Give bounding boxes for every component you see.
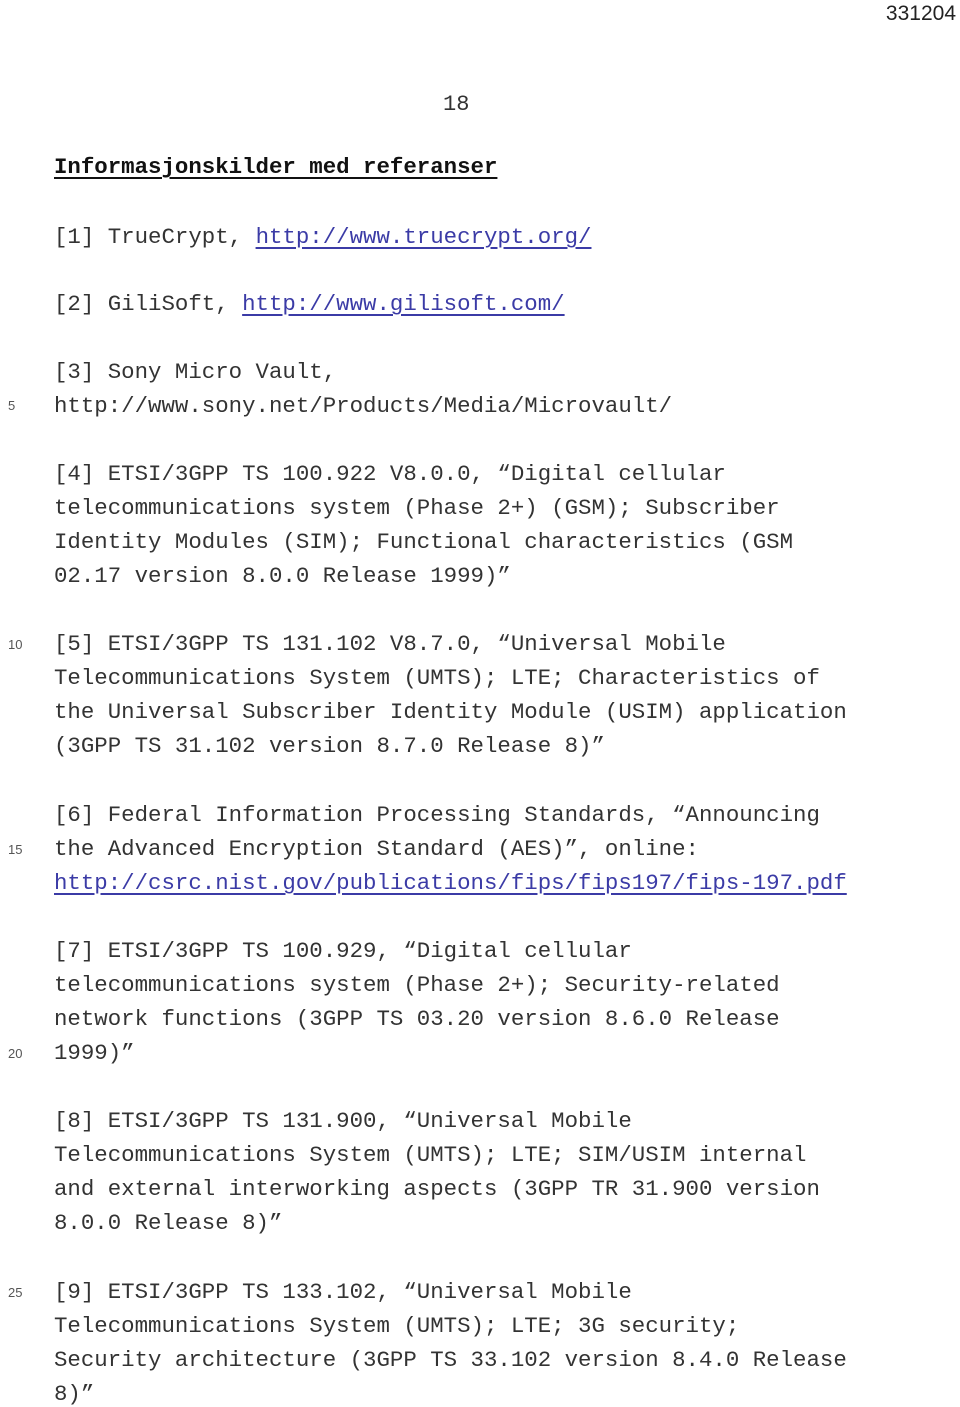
reference-text: Security architecture (3GPP TS 33.102 ve… (54, 1347, 847, 1373)
margin-line-number: 5 (8, 398, 16, 413)
reference-6-line: [6] Federal Information Processing Stand… (54, 802, 820, 828)
reference-5-line: (3GPP TS 31.102 version 8.7.0 Release 8)… (54, 733, 605, 759)
margin-line-number: 20 (8, 1046, 23, 1061)
reference-text: [4] ETSI/3GPP TS 100.922 V8.0.0, “Digita… (54, 461, 726, 487)
reference-6-line: the Advanced Encryption Standard (AES)”,… (54, 836, 699, 862)
reference-9-line: [9] ETSI/3GPP TS 133.102, “Universal Mob… (54, 1279, 632, 1305)
margin-line-number: 15 (8, 842, 23, 857)
reference-text: the Universal Subscriber Identity Module… (54, 699, 847, 725)
reference-text: 02.17 version 8.0.0 Release 1999)” (54, 563, 511, 589)
reference-2-line: [2] GiliSoft, http://www.gilisoft.com/ (54, 291, 565, 317)
reference-text: [5] ETSI/3GPP TS 131.102 V8.7.0, “Univer… (54, 631, 726, 657)
reference-text: http://www.sony.net/Products/Media/Micro… (54, 393, 673, 419)
reference-4-line: telecommunications system (Phase 2+) (GS… (54, 495, 780, 521)
reference-4-line: 02.17 version 8.0.0 Release 1999)” (54, 563, 511, 589)
reference-4-line: [4] ETSI/3GPP TS 100.922 V8.0.0, “Digita… (54, 461, 726, 487)
reference-text: and external interworking aspects (3GPP … (54, 1176, 820, 1202)
reference-text: Telecommunications System (UMTS); LTE; S… (54, 1142, 807, 1168)
reference-text: network functions (3GPP TS 03.20 version… (54, 1006, 780, 1032)
reference-8-line: Telecommunications System (UMTS); LTE; S… (54, 1142, 806, 1168)
margin-line-number: 10 (8, 637, 23, 652)
reference-text: telecommunications system (Phase 2+); Se… (54, 972, 780, 998)
page-number: 18 (443, 92, 470, 117)
reference-text: [7] ETSI/3GPP TS 100.929, “Digital cellu… (54, 938, 632, 964)
reference-text: [3] Sony Micro Vault, (54, 359, 337, 385)
reference-7-line: 1999)” (54, 1040, 135, 1066)
reference-5-line: the Universal Subscriber Identity Module… (54, 699, 847, 725)
reference-9-line: Telecommunications System (UMTS); LTE; 3… (54, 1313, 739, 1339)
reference-3-line: [3] Sony Micro Vault, (54, 359, 336, 385)
reference-text: [9] ETSI/3GPP TS 133.102, “Universal Mob… (54, 1279, 632, 1305)
reference-4-line: Identity Modules (SIM); Functional chara… (54, 529, 793, 555)
reference-text: [1] TrueCrypt, (54, 224, 256, 250)
reference-text: [6] Federal Information Processing Stand… (54, 802, 820, 828)
reference-text: the Advanced Encryption Standard (AES)”,… (54, 836, 699, 862)
reference-5-line: Telecommunications System (UMTS); LTE; C… (54, 665, 820, 691)
reference-link[interactable]: http://www.truecrypt.org/ (256, 224, 592, 250)
reference-7-line: network functions (3GPP TS 03.20 version… (54, 1006, 780, 1032)
reference-text: 1999)” (54, 1040, 135, 1066)
reference-5-line: [5] ETSI/3GPP TS 131.102 V8.7.0, “Univer… (54, 631, 726, 657)
reference-1-line: [1] TrueCrypt, http://www.truecrypt.org/ (54, 224, 591, 250)
reference-text: [8] ETSI/3GPP TS 131.900, “Universal Mob… (54, 1108, 632, 1134)
reference-text: [2] GiliSoft, (54, 291, 243, 317)
reference-text: Telecommunications System (UMTS); LTE; 3… (54, 1313, 740, 1339)
reference-8-line: [8] ETSI/3GPP TS 131.900, “Universal Mob… (54, 1108, 632, 1134)
margin-line-number: 25 (8, 1285, 23, 1300)
reference-text: 8.0.0 Release 8)” (54, 1210, 283, 1236)
reference-6-line: http://csrc.nist.gov/publications/fips/f… (54, 870, 847, 896)
reference-7-line: telecommunications system (Phase 2+); Se… (54, 972, 780, 998)
reference-text: 8)” (54, 1381, 95, 1407)
reference-8-line: and external interworking aspects (3GPP … (54, 1176, 820, 1202)
reference-8-line: 8.0.0 Release 8)” (54, 1210, 282, 1236)
reference-9-line: Security architecture (3GPP TS 33.102 ve… (54, 1347, 847, 1373)
reference-3-line: http://www.sony.net/Products/Media/Micro… (54, 393, 672, 419)
document-number: 331204 (885, 2, 956, 25)
reference-7-line: [7] ETSI/3GPP TS 100.929, “Digital cellu… (54, 938, 632, 964)
section-heading: Informasjonskilder med referanser (54, 154, 498, 180)
reference-text: telecommunications system (Phase 2+) (GS… (54, 495, 780, 521)
reference-link[interactable]: http://www.gilisoft.com/ (242, 291, 564, 317)
reference-text: Identity Modules (SIM); Functional chara… (54, 529, 794, 555)
reference-9-line: 8)” (54, 1381, 94, 1407)
reference-text: Telecommunications System (UMTS); LTE; C… (54, 665, 820, 691)
reference-text: (3GPP TS 31.102 version 8.7.0 Release 8)… (54, 733, 605, 759)
reference-link[interactable]: http://csrc.nist.gov/publications/fips/f… (54, 870, 847, 896)
